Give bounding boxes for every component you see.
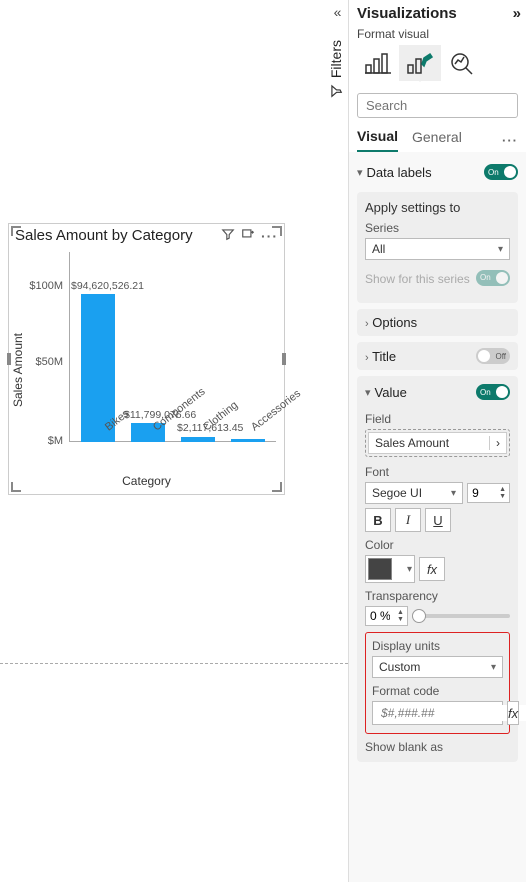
search-input[interactable] [357,93,518,118]
value-toggle[interactable]: On [476,384,510,400]
color-picker[interactable]: ▾ [365,555,415,583]
value-label[interactable]: Value [375,385,407,400]
font-family-select[interactable]: Segoe UI▾ [365,482,463,504]
font-size-stepper[interactable]: ▲▼ [467,483,510,503]
transparency-stepper[interactable]: ▲▼ [365,606,408,626]
title-toggle[interactable]: Off [476,348,510,364]
series-label: Series [365,221,510,235]
expand-panel-icon[interactable]: » [513,5,518,22]
bar[interactable] [181,437,215,442]
data-labels-section[interactable]: Data labels [367,165,432,180]
y-tick: $50M [23,356,63,368]
bar[interactable] [231,439,265,442]
apply-settings-title: Apply settings to [365,200,510,215]
focus-mode-icon[interactable] [241,227,255,244]
filters-pane-toggle[interactable]: Filters [328,40,344,98]
x-tick: Accessories [249,387,303,433]
visualizations-panel: Visualizations » Format visual Visual Ge… [348,0,526,882]
show-for-series-toggle: On [476,270,510,286]
chart-plot: $M $50M $100M $94,620,526.21 $11,799,076… [69,252,276,442]
chevron-down-icon[interactable]: ▾ [357,166,363,179]
bold-button[interactable]: B [365,508,391,532]
show-blank-label: Show blank as [365,740,510,754]
color-fx-button[interactable]: fx [419,557,445,581]
color-swatch [368,558,392,580]
more-tabs-icon[interactable]: ··· [502,133,518,148]
underline-button[interactable]: U [425,508,451,532]
y-tick: $100M [23,280,63,292]
format-code-fx-button[interactable]: fx [507,701,519,725]
filters-label: Filters [328,40,344,78]
resize-handle[interactable] [11,226,21,236]
color-label: Color [365,538,510,552]
value-section: ▾ Value On Field Sales Amount › Font Sego… [357,376,518,762]
field-label: Field [365,412,510,426]
panel-subtitle: Format visual [349,27,526,45]
font-label: Font [365,465,510,479]
transparency-slider[interactable] [414,614,510,618]
build-visual-tab[interactable] [357,45,399,81]
title-section[interactable]: › Title Off [357,342,518,370]
resize-handle[interactable] [272,226,282,236]
y-tick: $M [23,435,63,447]
italic-button[interactable]: I [395,508,421,532]
report-canvas[interactable]: « Filters Sales Amount by Category ··· S… [0,0,348,664]
chart-title: Sales Amount by Category [15,227,215,244]
display-units-label: Display units [372,639,503,653]
display-units-select[interactable]: Custom▾ [372,656,503,678]
format-code-label: Format code [372,684,503,698]
tab-general[interactable]: General [412,129,462,151]
field-chip-menu[interactable]: › [489,436,500,450]
x-axis-title: Category [15,474,278,488]
field-chip-value: Sales Amount [375,436,449,450]
chart-visual[interactable]: Sales Amount by Category ··· Sales Amoun… [8,223,285,495]
series-select[interactable]: All▾ [365,238,510,260]
chart-body: Sales Amount Category $M $50M $100M $94,… [15,250,278,488]
collapse-panes-icon[interactable]: « [334,4,339,20]
tab-visual[interactable]: Visual [357,128,398,152]
field-well[interactable]: Sales Amount › [365,429,510,457]
transparency-label: Transparency [365,589,510,603]
filter-icon[interactable] [221,227,235,244]
y-axis-title: Sales Amount [11,333,25,407]
panel-title: Visualizations [357,5,457,22]
format-visual-tab[interactable] [399,45,441,81]
format-code-input[interactable] [372,701,503,725]
options-section[interactable]: › Options [357,309,518,336]
apply-settings-card: Apply settings to Series All▾ Show for t… [357,192,518,303]
show-for-series-label: Show for this series [365,272,476,286]
data-labels-toggle[interactable]: On [484,164,518,180]
resize-handle[interactable] [282,353,286,365]
highlighted-settings: Display units Custom▾ Format code fx [365,632,510,734]
chevron-down-icon[interactable]: ▾ [365,386,371,399]
analytics-tab[interactable] [441,45,483,81]
data-label: $94,620,526.21 [71,280,144,292]
